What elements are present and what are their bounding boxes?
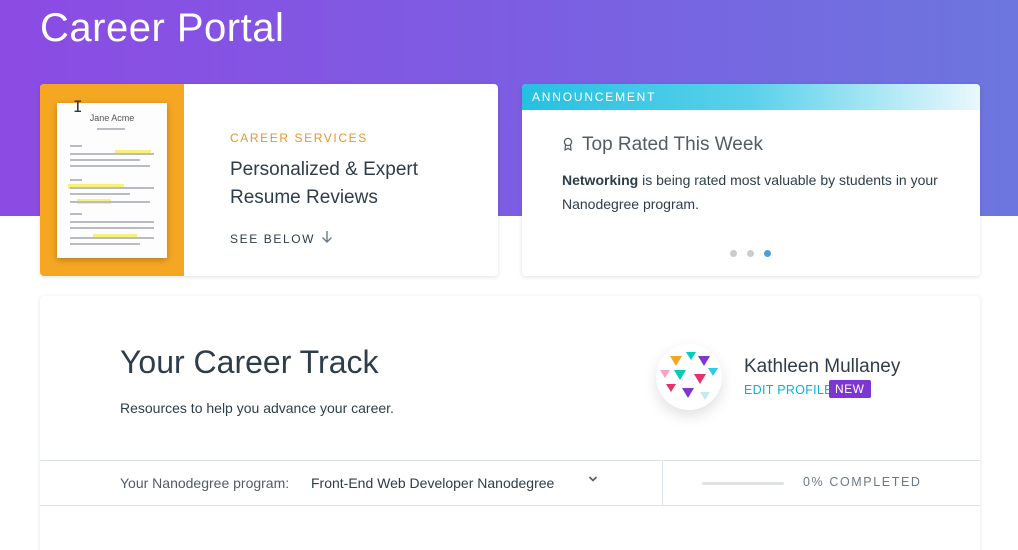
carousel-dot[interactable] xyxy=(747,250,754,257)
carousel-dot-active[interactable] xyxy=(764,250,771,257)
new-badge: NEW xyxy=(829,380,871,398)
career-services-title: Personalized & Expert Resume Reviews xyxy=(230,159,418,208)
divider xyxy=(662,461,663,506)
resume-paper: Jane Acme xyxy=(57,103,167,258)
award-ribbon-icon xyxy=(562,137,574,154)
career-services-eyebrow: CAREER SERVICES xyxy=(230,131,368,145)
announcement-body: Networking is being rated most valuable … xyxy=(562,168,942,216)
career-track-subtitle: Resources to help you advance your caree… xyxy=(120,400,394,416)
career-services-card[interactable]: Jane Acme I CAREER SERVICES Personalized… xyxy=(40,84,498,276)
chevron-down-icon[interactable] xyxy=(588,471,598,487)
carousel-dots xyxy=(730,250,771,257)
announcement-label: ANNOUNCEMENT xyxy=(522,84,980,110)
page-title: Career Portal xyxy=(40,6,285,50)
program-select[interactable]: Front-End Web Developer Nanodegree xyxy=(311,475,554,491)
text-cursor-icon: I xyxy=(73,97,83,116)
progress-text: 0% COMPLETED xyxy=(803,475,922,489)
announcement-title: Top Rated This Week xyxy=(582,134,763,155)
avatar[interactable] xyxy=(656,344,722,410)
edit-profile-link[interactable]: EDIT PROFILE xyxy=(744,383,833,397)
see-below-label: SEE BELOW xyxy=(230,231,316,246)
see-below-link[interactable]: SEE BELOW xyxy=(230,230,333,247)
profile-name: Kathleen Mullaney xyxy=(744,356,901,377)
resume-illustration: Jane Acme I xyxy=(40,84,184,276)
arrow-down-icon xyxy=(321,230,333,247)
announcement-heading: Top Rated This Week xyxy=(562,134,763,156)
progress-bar xyxy=(702,482,784,485)
carousel-dot[interactable] xyxy=(730,250,737,257)
program-label: Your Nanodegree program: xyxy=(120,475,290,491)
program-bar: Your Nanodegree program: Front-End Web D… xyxy=(40,460,980,506)
career-track-title: Your Career Track xyxy=(120,344,379,380)
announcement-card: ANNOUNCEMENT Top Rated This Week Network… xyxy=(522,84,980,276)
career-track-card: Your Career Track Resources to help you … xyxy=(40,296,980,550)
announcement-highlight: Networking xyxy=(562,172,639,188)
